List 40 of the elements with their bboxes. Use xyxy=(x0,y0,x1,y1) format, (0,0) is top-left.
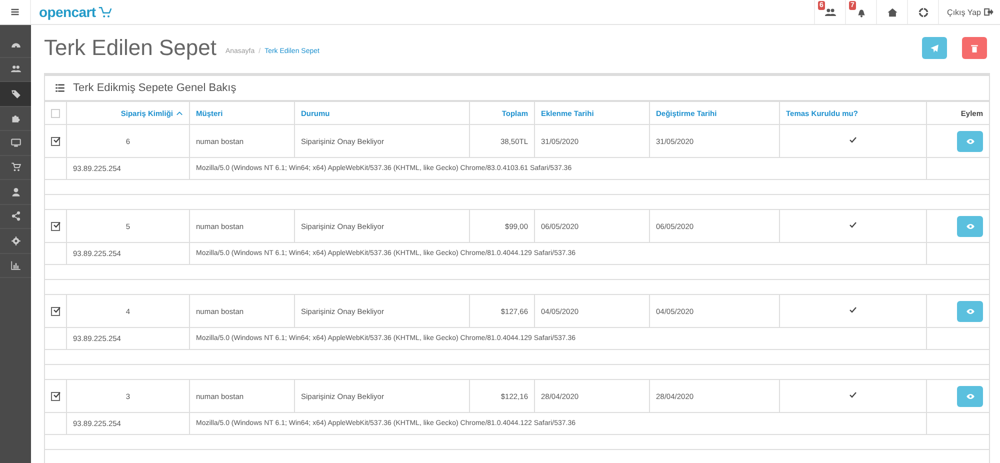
menu-icon xyxy=(10,7,20,17)
check-icon xyxy=(849,136,857,144)
checkbox[interactable] xyxy=(51,222,60,231)
sort-ascending-icon xyxy=(176,110,183,118)
users-icon xyxy=(10,64,20,74)
checkbox[interactable] xyxy=(51,136,60,146)
eye-icon xyxy=(966,392,974,400)
users-icon xyxy=(824,6,836,18)
eye-icon xyxy=(966,222,974,230)
eye-icon xyxy=(966,306,974,316)
panel-title: Terk Edikmiş Sepete Genel Bakış xyxy=(73,82,236,94)
cart-icon xyxy=(10,162,20,172)
life-ring-icon xyxy=(918,6,929,18)
cart-icon xyxy=(98,5,112,19)
checkbox[interactable] xyxy=(51,306,60,316)
check-icon xyxy=(849,391,857,399)
sidebar-item[interactable] xyxy=(0,82,31,106)
check-icon xyxy=(53,220,61,229)
page-title: Terk Edilen Sepet xyxy=(44,35,216,61)
home-icon xyxy=(886,6,898,18)
check-icon xyxy=(849,306,857,314)
settings-icon xyxy=(10,236,20,246)
person-icon xyxy=(10,186,20,197)
check-icon xyxy=(53,390,61,399)
send-icon xyxy=(930,44,939,52)
delete-button[interactable] xyxy=(962,37,987,59)
share-icon xyxy=(10,211,20,222)
check-icon xyxy=(53,306,61,314)
check-icon xyxy=(849,221,857,229)
puzzle-icon xyxy=(10,113,20,124)
eye-icon xyxy=(966,136,974,146)
bar-chart-icon xyxy=(10,260,20,270)
logout-icon xyxy=(984,7,994,17)
monitor-icon xyxy=(10,138,20,148)
trash-icon xyxy=(970,44,979,52)
check-icon xyxy=(53,136,61,144)
list-icon xyxy=(55,83,65,93)
checkbox[interactable] xyxy=(51,392,60,401)
logo[interactable]: opencart xyxy=(39,4,96,20)
tag-icon xyxy=(10,88,20,99)
